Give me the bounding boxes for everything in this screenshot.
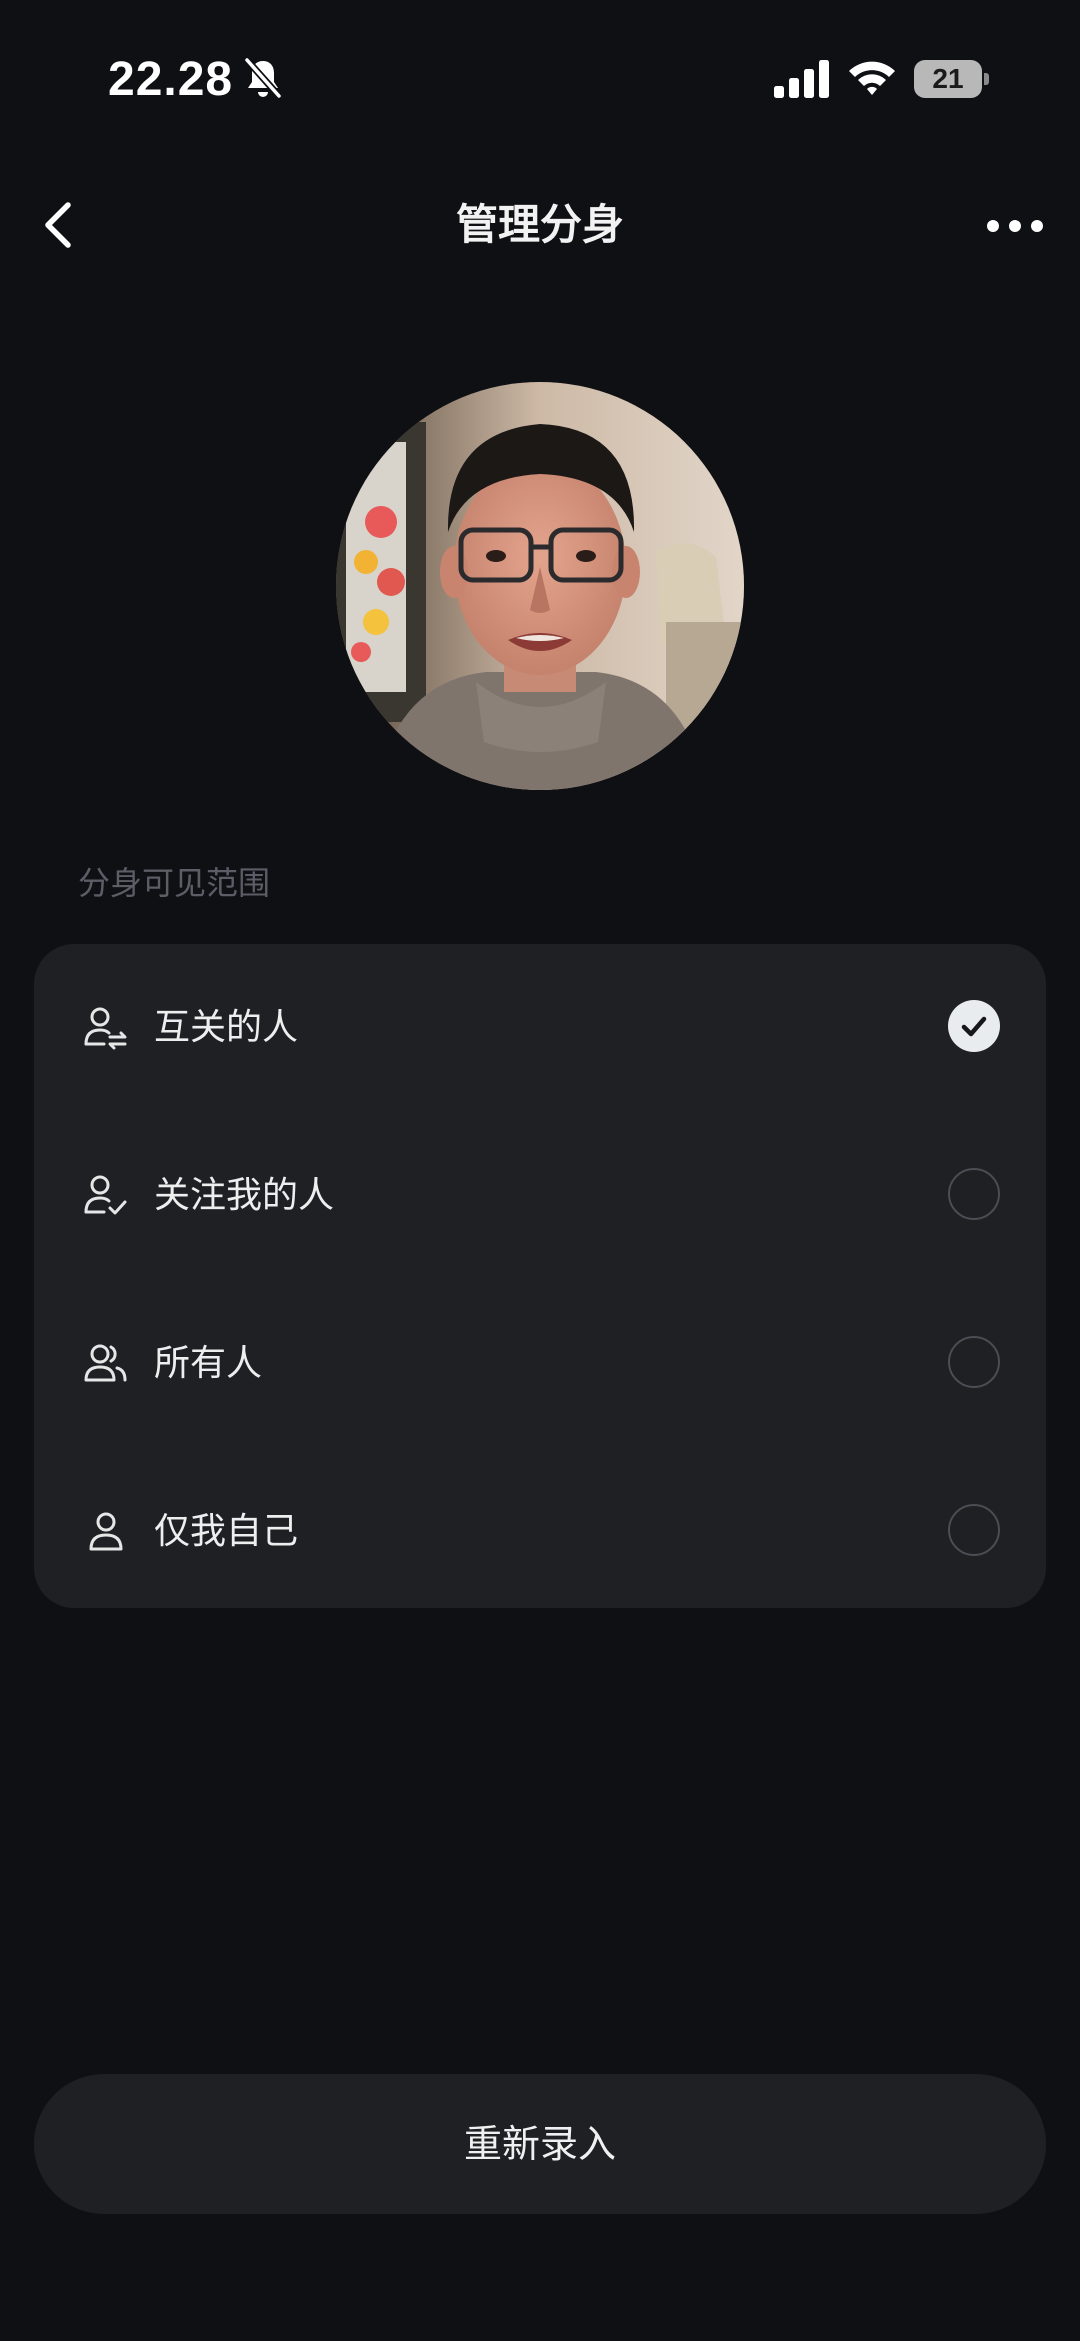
bell-muted-icon [244, 57, 282, 99]
checkmark-icon [961, 1016, 987, 1037]
radio-unchecked[interactable] [948, 1336, 1000, 1388]
rerecord-button[interactable]: 重新录入 [34, 2074, 1046, 2214]
option-label: 仅我自己 [154, 1511, 299, 1552]
single-user-icon [89, 1512, 123, 1551]
option-label: 关注我的人 [154, 1175, 335, 1216]
option-label: 互关的人 [154, 1007, 299, 1048]
cellular-signal-icon [774, 60, 829, 98]
status-bar: 22.28 21 [0, 0, 1080, 160]
radio-unchecked[interactable] [948, 1504, 1000, 1556]
avatar [336, 382, 744, 790]
option-mutual-follow[interactable]: 互关的人 [34, 944, 1046, 1112]
battery-cap [984, 73, 989, 85]
visibility-options-card: 互关的人 关注我的人 所有人 仅我自己 [34, 944, 1046, 1608]
avatar-portrait [336, 382, 744, 790]
option-everyone[interactable]: 所有人 [34, 1280, 1046, 1448]
visibility-section-label: 分身可见范围 [78, 864, 271, 902]
mutual-follow-user-icon [84, 1007, 127, 1050]
users-group-icon [84, 1344, 127, 1382]
more-dots-icon[interactable] [980, 198, 1050, 254]
option-followers[interactable]: 关注我的人 [34, 1112, 1046, 1280]
page-title: 管理分身 [455, 200, 624, 249]
follower-user-check-icon [84, 1175, 127, 1215]
battery-icon: 21 [914, 60, 990, 98]
option-only-me[interactable]: 仅我自己 [34, 1448, 1046, 1616]
battery-level: 21 [932, 63, 964, 94]
status-time: 22.28 [108, 53, 234, 106]
wifi-icon [849, 61, 895, 95]
option-label: 所有人 [154, 1343, 263, 1384]
radio-unchecked[interactable] [948, 1168, 1000, 1220]
radio-checked[interactable] [948, 1000, 1000, 1052]
